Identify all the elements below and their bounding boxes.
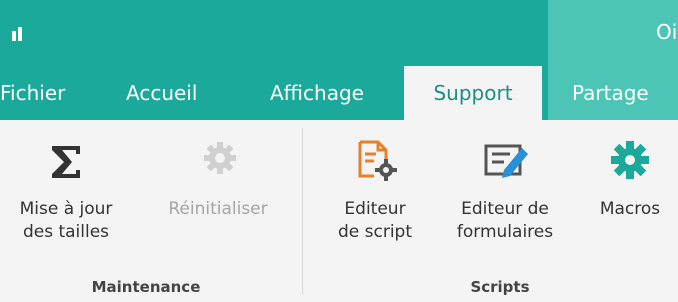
script-editor-button[interactable]: Editeur de script (322, 120, 428, 270)
update-sizes-label-2: des tailles (22, 222, 110, 242)
script-editor-icon (354, 138, 398, 186)
script-editor-label-2: de script (337, 222, 413, 242)
update-sizes-button[interactable]: Mise à jour des tailles (2, 120, 130, 270)
sigma-icon (46, 142, 86, 186)
tab-affichage[interactable]: Affichage (270, 66, 364, 120)
gear-icon (200, 138, 240, 182)
tab-accueil[interactable]: Accueil (126, 66, 197, 120)
reset-button[interactable]: Réinitialiser (148, 120, 288, 270)
window-title: Oi (656, 20, 678, 44)
group-label-scripts: Scripts (470, 278, 530, 296)
gear-icon (608, 138, 652, 186)
form-editor-label-1: Editeur de (461, 199, 549, 219)
macros-label: Macros (599, 199, 661, 219)
form-editor-button[interactable]: Editeur de formulaires (442, 120, 568, 270)
ribbon-tabs: Fichier Accueil Affichage Support Partag… (0, 66, 678, 120)
form-editor-icon (482, 138, 530, 186)
title-bar: Oi (0, 0, 678, 66)
form-editor-label-2: formulaires (456, 222, 554, 242)
tab-partage[interactable]: Partage (572, 66, 649, 120)
group-divider (302, 128, 303, 294)
group-label-maintenance: Maintenance (91, 278, 201, 296)
ribbon-panel: Mise à jour des tailles Réinitialiser Ma… (0, 120, 678, 302)
script-editor-label-1: Editeur (344, 199, 406, 219)
app-logo-icon (12, 27, 26, 41)
update-sizes-label-1: Mise à jour (19, 199, 113, 219)
tab-fichier[interactable]: Fichier (0, 66, 65, 120)
reset-label: Réinitialiser (168, 199, 268, 219)
macros-button[interactable]: Macros (582, 120, 678, 270)
tab-support[interactable]: Support (404, 66, 542, 120)
